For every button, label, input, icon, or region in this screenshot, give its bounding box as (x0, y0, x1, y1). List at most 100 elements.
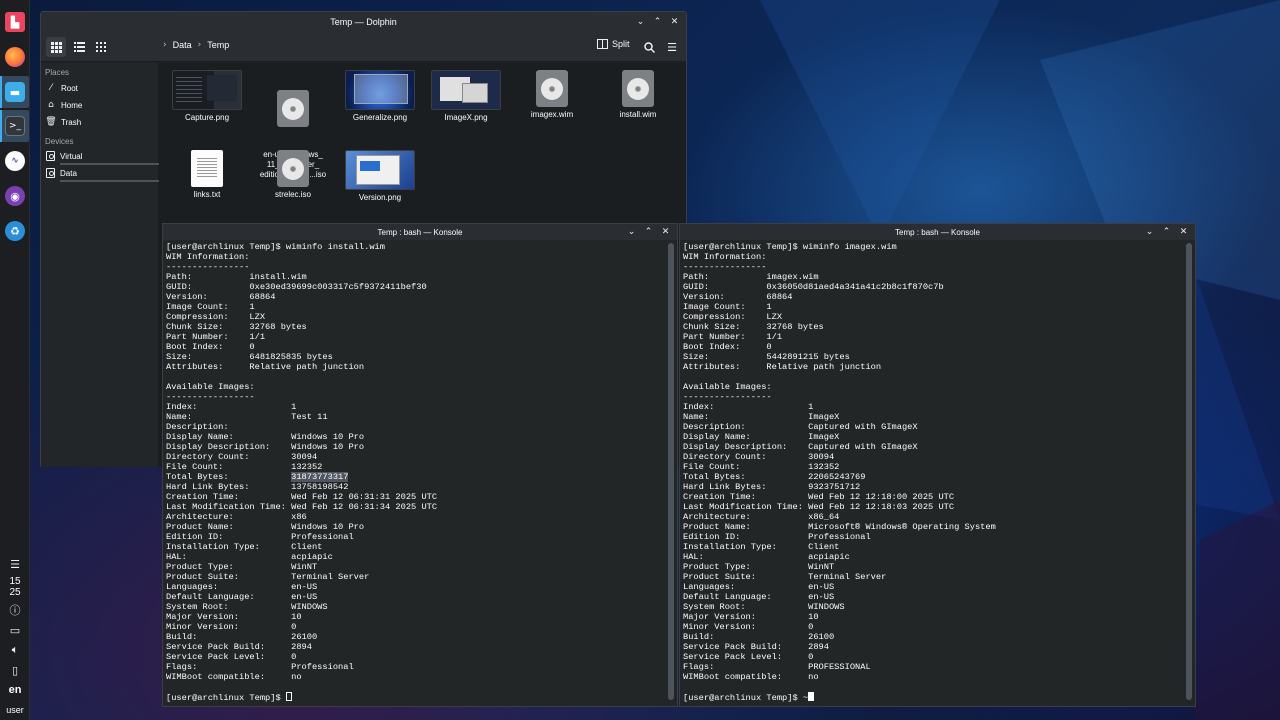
device-virtual[interactable]: Virtual (46, 151, 165, 165)
terminal-line: Directory Count: 30094 (166, 452, 318, 462)
konsole-titlebar[interactable]: Temp : bash — Konsole ⌄ ⌃ ✕ (680, 224, 1195, 240)
terminal-output[interactable]: [user@archlinux Temp]$ wiminfo install.w… (166, 242, 663, 702)
split-label: Split (612, 39, 630, 49)
terminal-line: File Count: 132352 (683, 462, 840, 472)
terminal-line: Compression: LZX (683, 312, 783, 322)
terminal-line: Chunk Size: 32768 bytes (166, 322, 307, 332)
active-task-marker (0, 76, 2, 108)
file-item[interactable]: links.txt (165, 150, 249, 200)
terminal-line: Index: 1 (166, 402, 297, 412)
app-launcher-icon[interactable]: ▙ (5, 12, 25, 32)
device-data[interactable]: Data (46, 168, 165, 182)
terminal-line: Available Images: (683, 382, 772, 392)
clipboard-icon[interactable]: ▭ (7, 622, 23, 638)
recycle-app-icon[interactable]: ♻ (5, 221, 25, 241)
minimize-icon[interactable]: ⌄ (1144, 225, 1155, 238)
terminal-scrollbar[interactable] (1186, 243, 1192, 700)
place-label: Trash (61, 117, 82, 127)
breadcrumb-item-data[interactable]: Data (173, 40, 192, 50)
konsole-title: Temp : bash — Konsole (377, 227, 463, 237)
file-name: ImageX.png (444, 113, 488, 122)
scrollbar-thumb[interactable] (668, 243, 674, 700)
file-item[interactable]: Version.png (338, 150, 422, 203)
terminal-line: Installation Type: Client (166, 542, 323, 552)
terminal-line: WIMBoot compatible: no (166, 672, 302, 682)
maximize-icon[interactable]: ⌃ (652, 15, 663, 28)
place-home[interactable]: ⌂ Home (46, 100, 82, 110)
minimize-icon[interactable]: ⌄ (635, 15, 646, 28)
terminal-line: Description: (166, 422, 229, 432)
terminal-line: Hard Link Bytes: 9323751712 (683, 482, 861, 492)
search-icon[interactable] (642, 40, 656, 54)
place-trash[interactable]: 🗑︎ Trash (45, 117, 82, 127)
terminal-line: Product Type: WinNT (683, 562, 835, 572)
clock-minute: 25 (9, 587, 21, 598)
terminal-line: Path: install.wim (166, 272, 307, 282)
konsole-titlebar[interactable]: Temp : bash — Konsole ⌄ ⌃ ✕ (163, 224, 677, 240)
audio-app-icon[interactable]: ∿ (5, 151, 25, 171)
close-icon[interactable]: ✕ (660, 225, 671, 238)
terminal-line: ----------------- (166, 392, 255, 402)
terminal-line: [user@archlinux Temp]$ (166, 692, 663, 702)
close-icon[interactable]: ✕ (1178, 225, 1189, 238)
image-thumbnail (172, 70, 242, 110)
file-item[interactable]: Generalize.png (338, 70, 422, 123)
chevron-right-icon: › (197, 40, 202, 50)
clock[interactable]: 15 25 (0, 576, 30, 598)
firefox-icon[interactable] (5, 47, 25, 67)
close-icon[interactable]: ✕ (669, 15, 680, 28)
konsole-icon[interactable]: >_ (5, 116, 25, 136)
compact-view-button[interactable] (69, 37, 89, 57)
breadcrumb: › Data › Temp (163, 40, 229, 50)
home-icon: ⌂ (48, 100, 54, 110)
minimize-icon[interactable]: ⌄ (626, 225, 637, 238)
terminal-line: Hard Link Bytes: 13758198542 (166, 482, 349, 492)
terminal-line: Creation Time: Wed Feb 12 12:18:00 2025 … (683, 492, 955, 502)
terminal-line: Creation Time: Wed Feb 12 06:31:31 2025 … (166, 492, 438, 502)
terminal-line: Languages: en-US (166, 582, 318, 592)
terminal-scrollbar[interactable] (668, 243, 674, 700)
split-button[interactable]: Split (597, 39, 630, 49)
breadcrumb-item-temp[interactable]: Temp (207, 40, 229, 50)
file-item[interactable]: strelec.iso (251, 150, 335, 200)
terminal-line: Total Bytes: 22065243769 (683, 472, 866, 482)
terminal-line: HAL: acpiapic (683, 552, 850, 562)
user-switcher[interactable]: user (0, 705, 30, 715)
terminal-line: [user@archlinux Temp]$ wiminfo install.w… (166, 242, 385, 252)
file-name: install.wim (619, 110, 657, 119)
terminal-line: Boot Index: 0 (683, 342, 772, 352)
file-item[interactable]: imagex.wim (510, 70, 594, 120)
image-thumbnail (431, 70, 501, 110)
terminal-output[interactable]: [user@archlinux Temp]$ wiminfo imagex.wi… (683, 242, 1181, 702)
terminal-line: Available Images: (166, 382, 255, 392)
file-item[interactable]: install.wim (596, 70, 680, 120)
terminal-line: Minor Version: 0 (166, 622, 297, 632)
text-file-icon (191, 150, 223, 187)
terminal-line: Default Language: en-US (166, 592, 318, 602)
keyboard-layout-indicator[interactable]: en (0, 684, 30, 696)
chat-app-icon[interactable]: ◉ (5, 186, 25, 206)
terminal-cursor (285, 692, 292, 701)
menu-list-icon[interactable]: ☰ (7, 556, 23, 572)
volume-icon[interactable]: 🔈︎ (7, 642, 23, 658)
hamburger-menu-icon[interactable]: ☰ (665, 40, 679, 54)
dolphin-icon[interactable]: ▬ (5, 82, 25, 102)
terminal-line: Display Description: Captured with GImag… (683, 442, 918, 452)
file-item[interactable]: ImageX.png (424, 70, 508, 123)
info-icon[interactable]: ⓘ (7, 602, 23, 618)
place-root[interactable]: ⁄ Root (46, 83, 78, 93)
battery-icon[interactable]: ▯ (7, 662, 23, 678)
maximize-icon[interactable]: ⌃ (1161, 225, 1172, 238)
terminal-line: Build: 26100 (166, 632, 318, 642)
terminal-line: Size: 5442891215 bytes (683, 352, 850, 362)
file-item[interactable]: Capture.png (165, 70, 249, 123)
maximize-icon[interactable]: ⌃ (643, 225, 654, 238)
dolphin-titlebar[interactable]: Temp — Dolphin ⌄ ⌃ ✕ (41, 12, 686, 32)
terminal-line: Major Version: 10 (166, 612, 302, 622)
details-view-button[interactable] (91, 37, 111, 57)
terminal-line: Major Version: 10 (683, 612, 819, 622)
scrollbar-thumb[interactable] (1186, 243, 1192, 700)
dolphin-toolbar: › Data › Temp Split ☰ (41, 32, 686, 62)
icons-view-button[interactable] (46, 37, 66, 57)
terminal-line: Compression: LZX (166, 312, 266, 322)
